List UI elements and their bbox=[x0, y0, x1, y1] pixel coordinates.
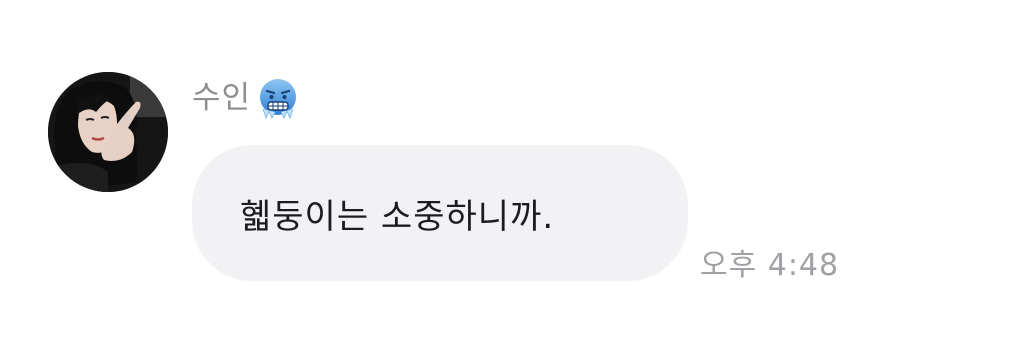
profile-photo-icon bbox=[48, 72, 168, 192]
message-text: 혧둥이는 소중하니까. bbox=[240, 196, 555, 237]
sender-line: 수인 bbox=[192, 76, 299, 120]
chat-message-row: 수인 혧둥이는 소중하니까. 오후 4:48 bbox=[0, 0, 1017, 339]
sender-name: 수인 bbox=[192, 80, 252, 116]
cold-face-emoji-icon bbox=[257, 77, 299, 120]
message-bubble[interactable]: 혧둥이는 소중하니까. bbox=[192, 145, 688, 281]
avatar[interactable] bbox=[48, 72, 168, 192]
message-timestamp: 오후 4:48 bbox=[700, 248, 840, 283]
